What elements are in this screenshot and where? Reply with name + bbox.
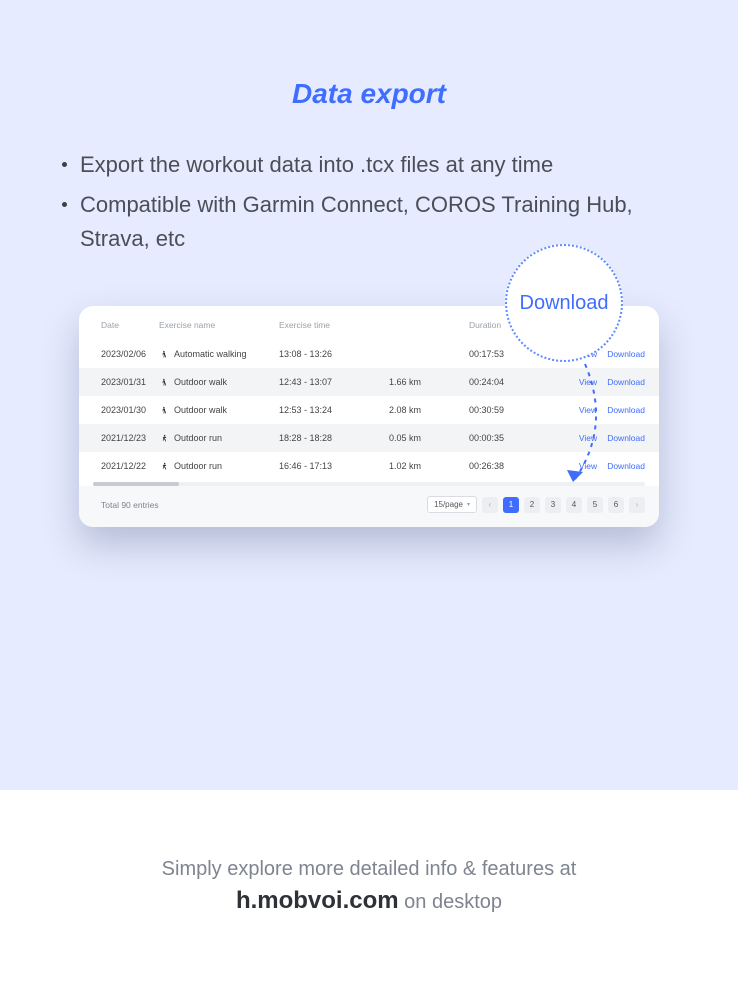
horizontal-scrollbar[interactable] (93, 482, 645, 486)
view-link[interactable]: View (579, 377, 597, 387)
cell-date: 2023/01/30 (79, 396, 153, 424)
download-link[interactable]: Download (607, 349, 645, 359)
cell-exercise: Outdoor run (153, 452, 273, 480)
cell-time: 12:53 - 13:24 (273, 396, 383, 424)
cell-distance (383, 340, 463, 368)
col-exercise-time: Exercise time (273, 312, 383, 340)
view-link[interactable]: View (579, 461, 597, 471)
cell-date: 2021/12/22 (79, 452, 153, 480)
cell-distance: 2.08 km (383, 396, 463, 424)
per-page-value: 15/page (434, 500, 463, 509)
download-callout: Download (505, 244, 623, 362)
cell-operator: View Download (543, 452, 659, 480)
pager-prev[interactable]: ‹ (482, 497, 498, 513)
pager-page-5[interactable]: 5 (587, 497, 603, 513)
table-row: 2021/12/22Outdoor run16:46 - 17:131.02 k… (79, 452, 659, 480)
pager-page-3[interactable]: 3 (545, 497, 561, 513)
total-entries-label: Total 90 entries (101, 500, 159, 510)
cell-date: 2023/01/31 (79, 368, 153, 396)
run-icon (159, 434, 168, 443)
cell-exercise: Outdoor walk (153, 396, 273, 424)
col-exercise-name: Exercise name (153, 312, 273, 340)
cell-time: 13:08 - 13:26 (273, 340, 383, 368)
download-link[interactable]: Download (607, 405, 645, 415)
run-icon (159, 462, 168, 471)
pager-page-6[interactable]: 6 (608, 497, 624, 513)
pager-page-4[interactable]: 4 (566, 497, 582, 513)
col-distance (383, 312, 463, 340)
pagination-bar: Total 90 entries 15/page ▾ ‹ 123456 › (79, 486, 659, 527)
table-row: 2023/01/31Outdoor walk12:43 - 13:071.66 … (79, 368, 659, 396)
cell-operator: View Download (543, 424, 659, 452)
footer-domain: h.mobvoi.com (236, 887, 399, 914)
cell-time: 12:43 - 13:07 (273, 368, 383, 396)
cell-duration: 00:24:04 (463, 368, 543, 396)
scrollbar-thumb[interactable] (93, 482, 179, 486)
cell-exercise: Outdoor run (153, 424, 273, 452)
bullet-item: Compatible with Garmin Connect, COROS Tr… (62, 188, 686, 256)
cell-operator: View Download (543, 368, 659, 396)
cell-operator: View Download (543, 396, 659, 424)
cell-date: 2023/02/06 (79, 340, 153, 368)
walk-icon (159, 378, 168, 387)
cell-exercise: Automatic walking (153, 340, 273, 368)
col-date: Date (79, 312, 153, 340)
cell-duration: 00:00:35 (463, 424, 543, 452)
per-page-select[interactable]: 15/page ▾ (427, 496, 477, 513)
cell-exercise: Outdoor walk (153, 368, 273, 396)
cell-time: 16:46 - 17:13 (273, 452, 383, 480)
download-link[interactable]: Download (607, 433, 645, 443)
cell-duration: 00:26:38 (463, 452, 543, 480)
bullet-list: Export the workout data into .tcx files … (0, 148, 738, 256)
table-row: 2023/01/30Outdoor walk12:53 - 13:242.08 … (79, 396, 659, 424)
cell-time: 18:28 - 18:28 (273, 424, 383, 452)
cell-date: 2021/12/23 (79, 424, 153, 452)
view-link[interactable]: View (579, 433, 597, 443)
footer: Simply explore more detailed info & feat… (0, 790, 738, 915)
chevron-down-icon: ▾ (467, 501, 470, 508)
footer-line1: Simply explore more detailed info & feat… (0, 858, 738, 881)
bullet-item: Export the workout data into .tcx files … (62, 148, 686, 182)
view-link[interactable]: View (579, 405, 597, 415)
cell-distance: 0.05 km (383, 424, 463, 452)
cell-duration: 00:30:59 (463, 396, 543, 424)
table-row: 2021/12/23Outdoor run18:28 - 18:280.05 k… (79, 424, 659, 452)
walk-icon (159, 406, 168, 415)
cell-distance: 1.02 km (383, 452, 463, 480)
download-link[interactable]: Download (607, 377, 645, 387)
pager-next[interactable]: › (629, 497, 645, 513)
cell-distance: 1.66 km (383, 368, 463, 396)
walk-icon (159, 350, 168, 359)
download-link[interactable]: Download (607, 461, 645, 471)
footer-suffix: on desktop (399, 891, 502, 913)
pager-page-1[interactable]: 1 (503, 497, 519, 513)
pager-page-2[interactable]: 2 (524, 497, 540, 513)
page-title: Data export (0, 78, 738, 110)
